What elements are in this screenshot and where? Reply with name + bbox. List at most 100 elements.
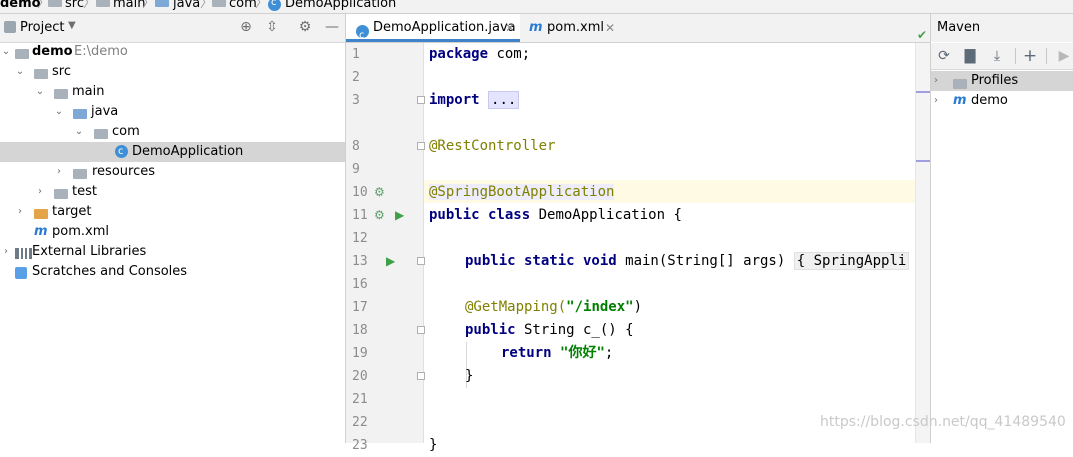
gear-icon[interactable]: ⚙ (297, 19, 313, 35)
watermark: https://blog.csdn.net/qq_41489540 (820, 414, 1066, 430)
maven-title: Maven (937, 20, 981, 35)
code-line-17[interactable]: @GetMapping("/index") (465, 296, 642, 319)
tree-item-label: Scratches and Consoles (32, 264, 188, 279)
code-token-text: com; (488, 46, 531, 62)
package-icon (212, 0, 226, 12)
class-icon (268, 0, 281, 13)
tree-item-test[interactable]: › test (0, 182, 345, 202)
tree-item-resources[interactable]: › resources (0, 162, 345, 182)
editor-scrollbar[interactable]: ✔ (915, 28, 930, 443)
fold-toggle-icon[interactable] (417, 96, 425, 104)
code-token-text: main(String[] args) (616, 253, 794, 269)
code-token-text: ; (604, 345, 614, 361)
breadcrumb-separator: 〉 (255, 0, 269, 11)
code-line-8[interactable]: @RestController (429, 135, 555, 158)
expand-arrow-icon[interactable]: ⌄ (0, 42, 12, 62)
collapse-arrow-icon[interactable]: › (34, 182, 46, 202)
spring-bean-icon[interactable]: ⚙ (374, 185, 385, 199)
code-line-10[interactable]: @SpringBootApplication (429, 181, 615, 204)
tree-item-external-libraries[interactable]: › External Libraries (0, 242, 345, 262)
breadcrumb-item-demoapplication[interactable]: DemoApplication (285, 0, 396, 12)
expand-arrow-icon[interactable]: ⌄ (73, 122, 85, 142)
project-icon (4, 21, 16, 33)
locate-icon[interactable]: ⊕ (238, 19, 254, 35)
code-token-keyword: public (465, 322, 516, 338)
run-icon[interactable]: ▶ (395, 208, 404, 222)
module-path: E:\demo (74, 44, 128, 59)
error-stripe-mark[interactable] (916, 160, 930, 162)
tab-demoapplication-java[interactable]: DemoApplication.java ✕ (346, 14, 520, 50)
folded-method-body[interactable]: { SpringAppli (793, 252, 910, 270)
fold-toggle-icon[interactable] (417, 142, 425, 150)
breadcrumb-item-demo[interactable]: demo (0, 0, 41, 12)
code-line-11[interactable]: public class DemoApplication { (429, 204, 682, 227)
download-icon[interactable]: ⤓ (988, 47, 1006, 65)
collapse-arrow-icon[interactable]: › (934, 71, 938, 91)
collapse-all-icon[interactable]: ⇳ (264, 19, 280, 35)
maven-file-icon: m (34, 224, 48, 239)
minimize-icon[interactable]: — (324, 19, 340, 35)
code-token-text: String c_() { (515, 322, 634, 338)
expand-arrow-icon[interactable]: ⌄ (53, 102, 65, 122)
tree-item-java[interactable]: ⌄ java (0, 102, 345, 122)
tree-item-target[interactable]: › target (0, 202, 345, 222)
fold-toggle-icon[interactable] (417, 257, 425, 265)
expand-arrow-icon[interactable]: ⌄ (14, 62, 26, 82)
code-line-19[interactable]: return "你好"; (501, 342, 613, 365)
line-number: 2 (352, 70, 360, 85)
folded-imports[interactable]: ... (488, 91, 520, 109)
code-line-13[interactable]: public static void main(String[] args) {… (465, 250, 910, 273)
code-line-18[interactable]: public String c_() { (465, 319, 634, 342)
line-number: 19 (352, 346, 368, 361)
line-number: 1 (352, 47, 360, 62)
collapse-arrow-icon[interactable]: › (0, 242, 12, 262)
breadcrumb-item-com[interactable]: com (229, 0, 257, 12)
reimport-folder-icon[interactable]: ▇ (961, 47, 979, 65)
maven-item-profiles[interactable]: › Profiles (931, 71, 1073, 91)
tree-item-scratches[interactable]: Scratches and Consoles (0, 262, 345, 282)
chevron-down-icon[interactable]: ▼ (68, 20, 76, 31)
fold-toggle-icon[interactable] (417, 372, 425, 380)
tree-item-src[interactable]: ⌄ src (0, 62, 345, 82)
plus-icon[interactable]: + (1021, 47, 1039, 65)
tree-item-label: pom.xml (52, 224, 109, 239)
line-number: 9 (352, 162, 360, 177)
close-icon[interactable]: ✕ (605, 14, 615, 42)
fold-toggle-icon[interactable] (417, 326, 425, 334)
refresh-icon[interactable]: ⟳ (935, 47, 953, 65)
line-number: 21 (352, 392, 368, 407)
check-icon[interactable]: ✔ (917, 28, 927, 42)
maven-item-demo[interactable]: › m demo (931, 91, 1073, 111)
breadcrumb-item-java[interactable]: java (173, 0, 200, 12)
breadcrumb-item-src[interactable]: src (65, 0, 84, 12)
collapse-arrow-icon[interactable]: › (14, 202, 26, 222)
breadcrumb-separator: 〉 (142, 0, 156, 11)
run-icon[interactable]: ▶ (1055, 47, 1073, 65)
tree-item-demoapplication[interactable]: DemoApplication (0, 142, 345, 162)
tree-item-com[interactable]: ⌄ com (0, 122, 345, 142)
tree-item-demo[interactable]: ⌄ demo E:\demo (0, 42, 345, 62)
maven-toolbar: ⟳ ▇ ⤓ + ▶ (931, 43, 1073, 70)
line-number: 13 (352, 254, 368, 269)
code-token-annotation: @GetMapping( (465, 299, 567, 315)
error-stripe-mark[interactable] (916, 91, 930, 93)
collapse-arrow-icon[interactable]: › (53, 162, 65, 182)
run-icon[interactable]: ▶ (386, 254, 395, 268)
breadcrumb-item-main[interactable]: main (113, 0, 145, 12)
code-line-20[interactable]: } (465, 365, 473, 388)
project-view-title[interactable]: Project (20, 20, 64, 35)
tree-item-main[interactable]: ⌄ main (0, 82, 345, 102)
tab-pom-xml[interactable]: m pom.xml ✕ (520, 14, 616, 42)
close-icon[interactable]: ✕ (505, 14, 515, 42)
spring-bean-icon[interactable]: ⚙ (374, 208, 385, 222)
code-token-keyword: return (501, 345, 552, 361)
code-line-3[interactable]: import ... (429, 89, 520, 112)
expand-arrow-icon[interactable]: ⌄ (34, 82, 46, 102)
tree-item-pom-xml[interactable]: m pom.xml (0, 222, 345, 242)
toolbar-divider (1046, 48, 1047, 64)
code-line-23[interactable]: } (429, 434, 437, 457)
tree-item-label: test (72, 184, 97, 199)
folder-icon (96, 0, 110, 12)
code-line-1[interactable]: package com; (429, 43, 530, 66)
collapse-arrow-icon[interactable]: › (934, 91, 938, 111)
